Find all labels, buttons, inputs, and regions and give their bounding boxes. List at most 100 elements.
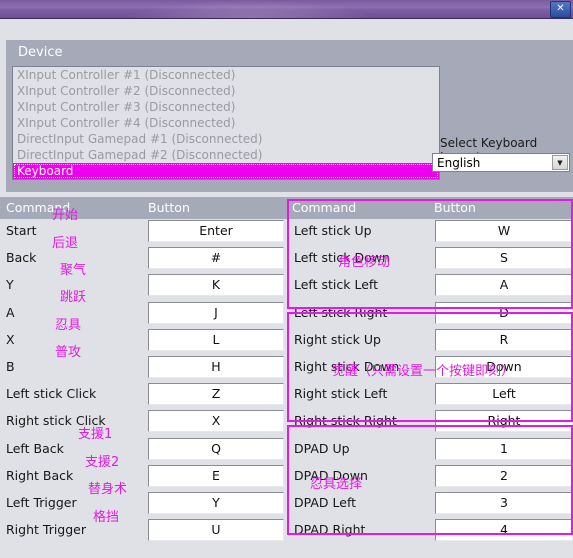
header-right-button: Button <box>434 200 476 215</box>
binding-field[interactable]: E <box>148 465 284 487</box>
binding-value: J <box>214 305 218 320</box>
binding-field[interactable]: Z <box>148 383 284 405</box>
keyboard-layout-value: English <box>437 156 481 170</box>
command-label: Left stick Right <box>294 305 388 320</box>
binding-field[interactable]: 3 <box>435 492 573 514</box>
binding-field[interactable]: Right <box>435 410 573 432</box>
binding-field[interactable]: J <box>148 302 284 324</box>
binding-field[interactable]: Q <box>148 438 284 460</box>
device-list[interactable]: XInput Controller #1 (Disconnected) XInpu… <box>12 66 440 180</box>
table-row: Right stick Up R <box>288 328 573 352</box>
binding-value: Right <box>487 413 521 428</box>
device-list-item[interactable]: DirectInput Gamepad #2 (Disconnected) <box>13 147 439 163</box>
table-row: BH <box>0 355 284 379</box>
binding-field[interactable]: 4 <box>435 519 573 541</box>
binding-field[interactable]: X <box>148 410 284 432</box>
command-label: Right stick Up <box>294 332 381 347</box>
binding-field[interactable]: K <box>148 274 284 296</box>
titlebar-glow <box>120 0 380 18</box>
binding-field[interactable]: A <box>435 274 573 296</box>
header-left-button: Button <box>148 200 190 215</box>
binding-value: R <box>499 332 509 347</box>
annotation-left-10: 格挡 <box>93 510 120 525</box>
binding-field[interactable]: # <box>148 247 284 269</box>
binding-field[interactable]: 2 <box>435 465 573 487</box>
annotation-left-8: 支援2 <box>85 455 120 470</box>
table-row: DPAD Up 1 <box>288 437 573 461</box>
device-list-item[interactable]: XInput Controller #1 (Disconnected) <box>13 67 439 83</box>
binding-value: E <box>212 468 220 483</box>
command-label: DPAD Up <box>294 441 350 456</box>
annotation-left-3: 聚气 <box>60 263 87 278</box>
command-label: B <box>6 359 15 374</box>
annotation-left-stick-caption: 角色移动 <box>338 255 391 270</box>
table-row: Right stick Right Right <box>288 409 573 433</box>
command-label: Right stick Right <box>294 413 397 428</box>
close-button[interactable]: ✕ <box>550 1 571 18</box>
table-row: Left Back Q <box>0 437 284 461</box>
command-label: Right Back <box>6 468 74 483</box>
table-row: Left stick Click Z <box>0 382 284 406</box>
command-label: Left Back <box>6 441 64 456</box>
command-label: X <box>6 332 15 347</box>
command-label: Left stick Up <box>294 223 372 238</box>
annotation-left-7: 支援1 <box>78 427 113 442</box>
command-label: Right stick Left <box>294 386 388 401</box>
binding-value: Q <box>211 441 221 456</box>
annotation-right-stick-caption: 觉醒（只需设置一个按键即刻） <box>332 364 515 379</box>
table-row: DPAD Left 3 <box>288 491 573 515</box>
binding-value: W <box>497 223 511 238</box>
annotation-left-1: 开始 <box>52 208 79 223</box>
command-label: A <box>6 305 15 320</box>
annotation-left-2: 后退 <box>52 236 79 251</box>
table-row: Left stick Left A <box>288 273 573 297</box>
annotation-dpad-caption: 忍具选择 <box>310 477 363 492</box>
binding-value: 1 <box>500 441 508 456</box>
device-group-label: Device <box>18 45 63 60</box>
command-label: Y <box>6 277 14 292</box>
binding-field[interactable]: D <box>435 302 573 324</box>
binding-field[interactable]: R <box>435 329 573 351</box>
chevron-down-icon[interactable]: ▼ <box>552 155 568 170</box>
table-row: Right Back E <box>0 464 284 488</box>
window-titlebar: ✕ <box>0 0 573 19</box>
binding-field[interactable]: U <box>148 519 284 541</box>
binding-value: K <box>211 277 221 292</box>
device-list-item[interactable]: XInput Controller #2 (Disconnected) <box>13 83 439 99</box>
table-row: Left Trigger Y <box>0 491 284 515</box>
device-list-item[interactable]: XInput Controller #3 (Disconnected) <box>13 99 439 115</box>
binding-value: A <box>499 277 509 292</box>
command-label: DPAD Left <box>294 495 357 510</box>
header-right-command: Command <box>292 200 357 215</box>
binding-value: Z <box>211 386 221 401</box>
binding-field[interactable]: 1 <box>435 438 573 460</box>
binding-value: Enter <box>199 223 233 238</box>
command-label: Start <box>6 223 37 238</box>
device-list-item[interactable]: XInput Controller #4 (Disconnected) <box>13 115 439 131</box>
left-table-header: Command Button <box>0 197 286 219</box>
right-table-header: Command Button <box>286 197 573 219</box>
device-list-item[interactable]: DirectInput Gamepad #1 (Disconnected) <box>13 131 439 147</box>
table-row: Right stick Click X <box>0 409 284 433</box>
binding-field[interactable]: L <box>148 329 284 351</box>
binding-value: S <box>500 250 508 265</box>
table-row: Start Enter <box>0 219 284 243</box>
binding-field[interactable]: S <box>435 247 573 269</box>
binding-value: # <box>210 250 222 265</box>
command-label: DPAD Right <box>294 522 366 537</box>
binding-field[interactable]: Enter <box>148 220 284 242</box>
table-row: Left stick Right D <box>288 301 573 325</box>
command-label: Left stick Left <box>294 277 378 292</box>
binding-field[interactable]: W <box>435 220 573 242</box>
command-label: Left Trigger <box>6 495 77 510</box>
device-list-item[interactable]: Keyboard <box>13 163 439 179</box>
binding-field[interactable]: Left <box>435 383 573 405</box>
binding-field[interactable]: Y <box>148 492 284 514</box>
command-label: Right Trigger <box>6 522 86 537</box>
binding-field[interactable]: H <box>148 356 284 378</box>
annotation-left-6: 普攻 <box>55 345 82 360</box>
table-row: AJ <box>0 301 284 325</box>
annotation-left-5: 忍具 <box>55 318 82 333</box>
table-row: Left stick Up W <box>288 219 573 243</box>
keyboard-layout-select[interactable]: English ▼ <box>432 153 570 172</box>
